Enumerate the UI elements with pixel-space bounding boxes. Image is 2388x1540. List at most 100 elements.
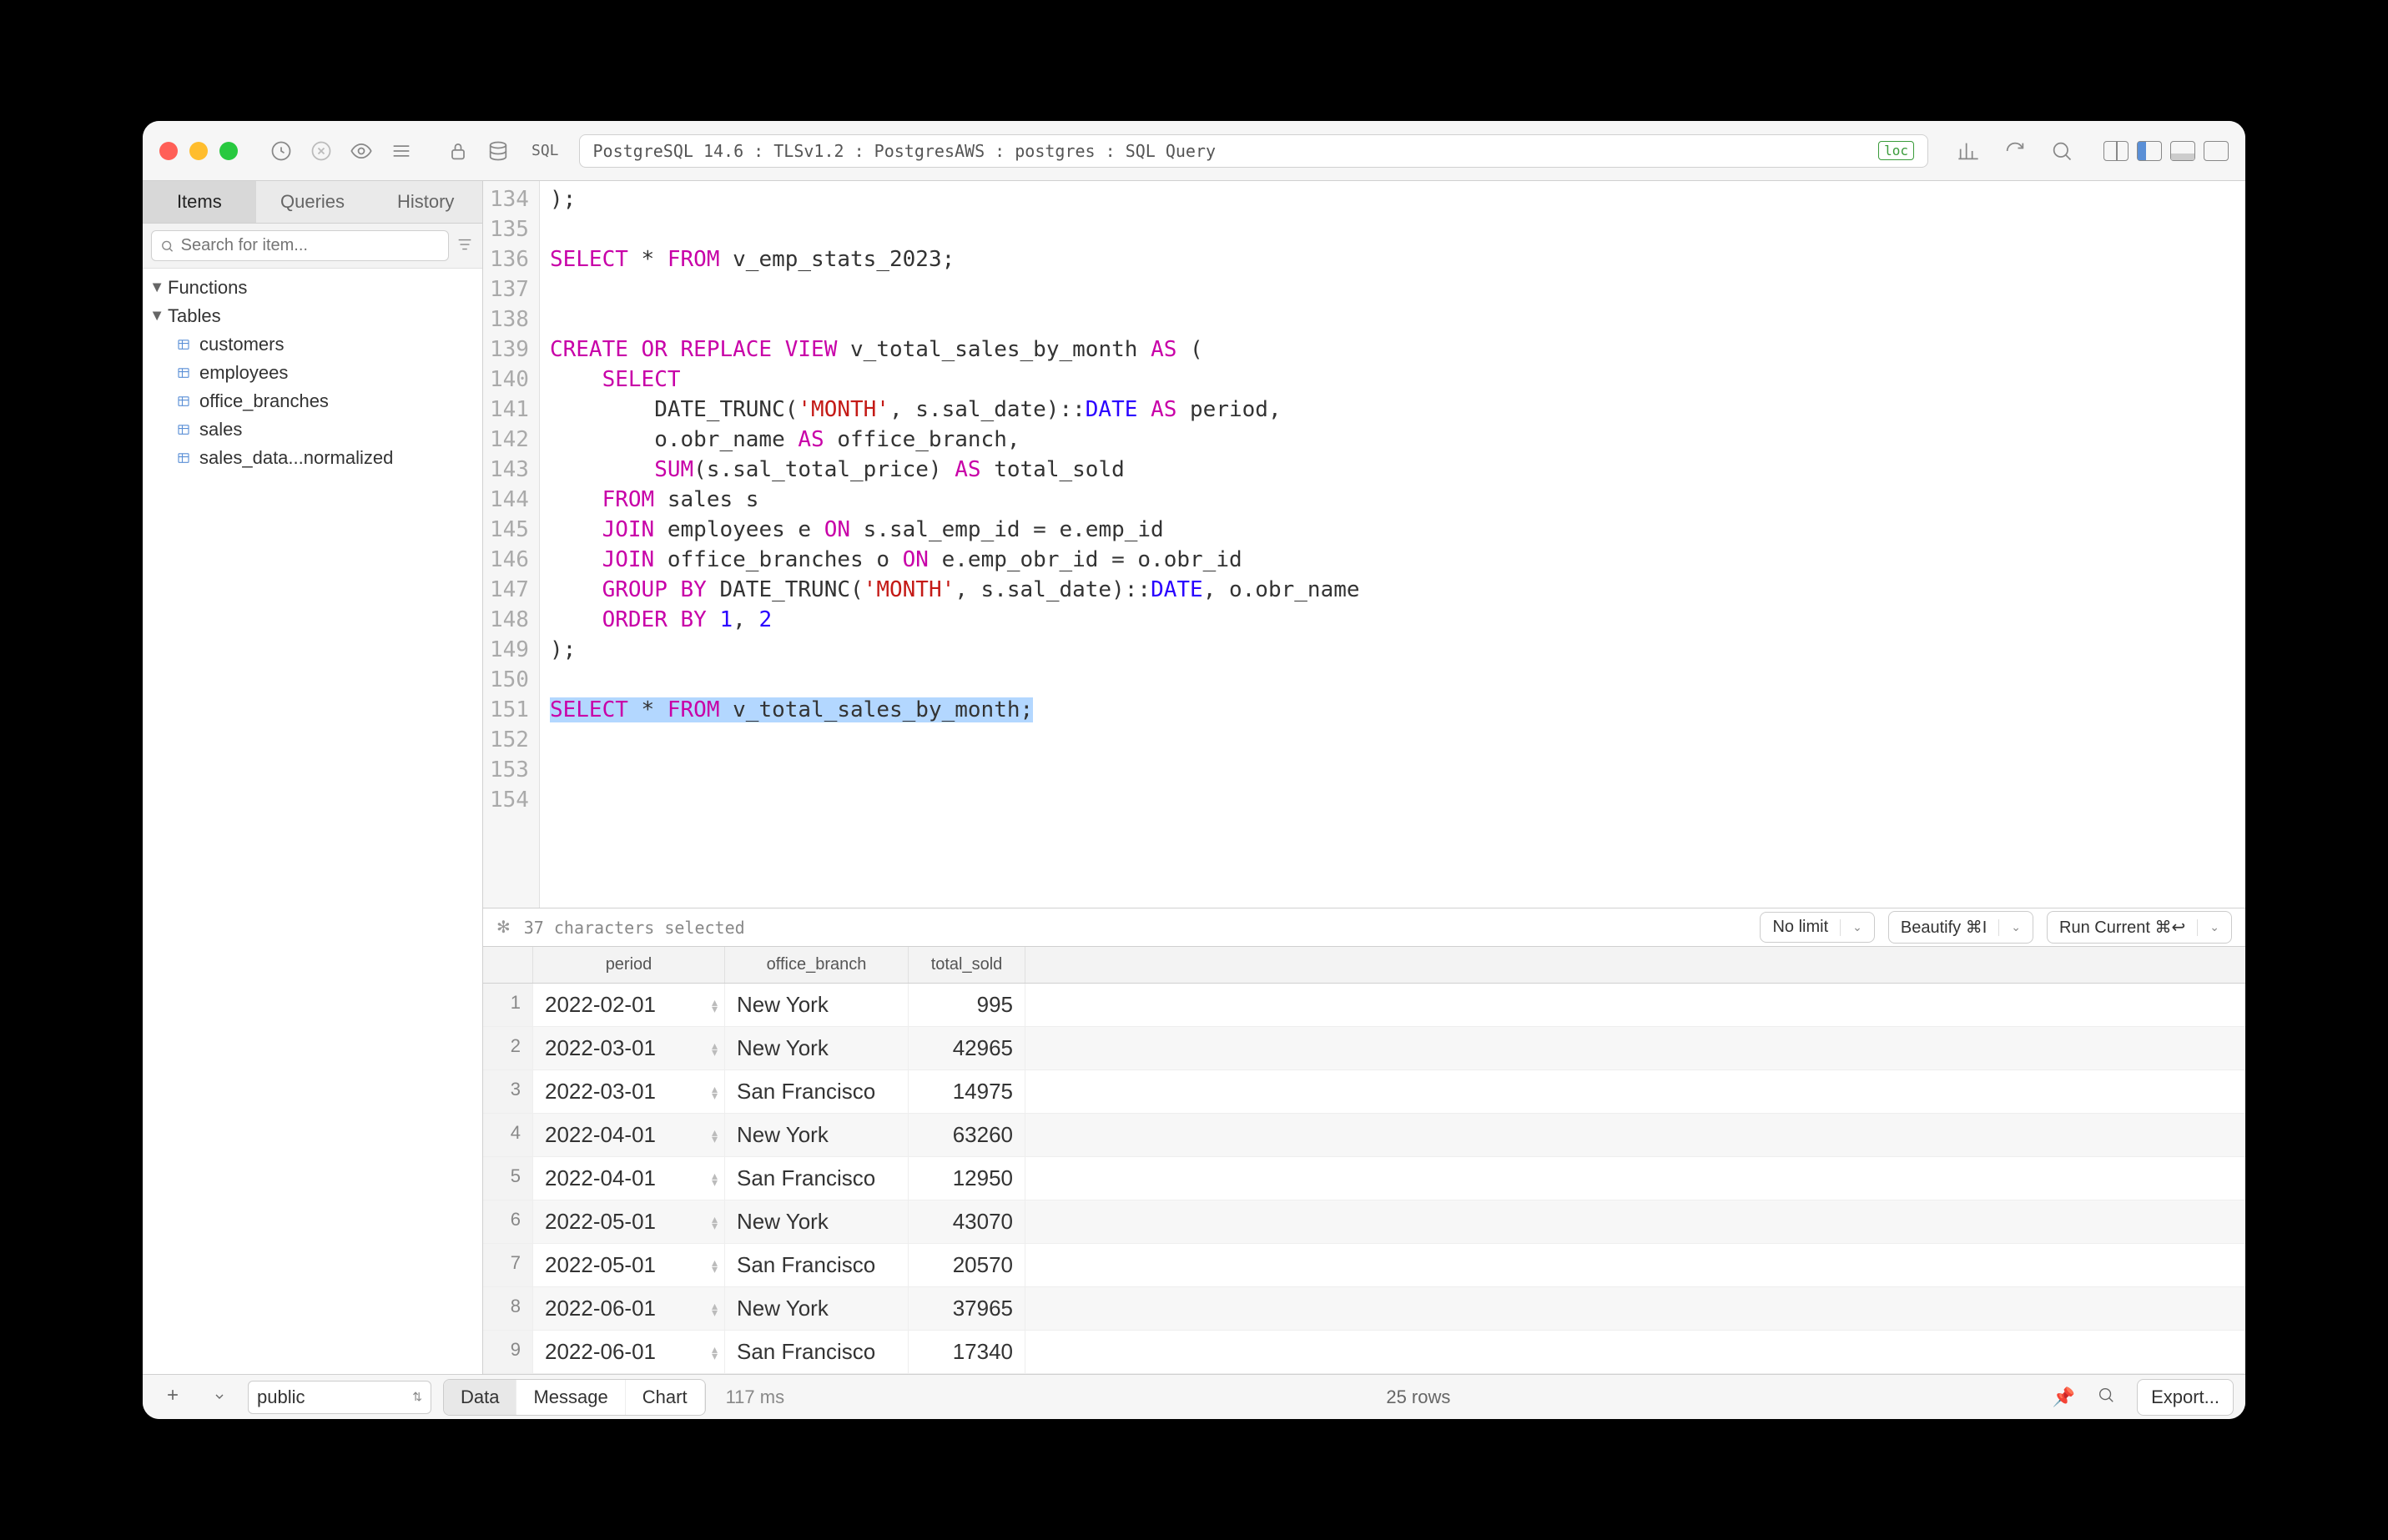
table-row[interactable]: 92022-06-01▴▾San Francisco17340 xyxy=(483,1331,2245,1374)
sidebar-table-item[interactable]: sales xyxy=(143,415,482,444)
cell-total-sold: 17340 xyxy=(909,1331,1025,1373)
maximize-button[interactable] xyxy=(219,142,238,160)
search-icon[interactable] xyxy=(2048,138,2075,164)
table-row[interactable]: 32022-03-01▴▾San Francisco14975 xyxy=(483,1070,2245,1114)
results-header: period office_branch total_sold xyxy=(483,947,2245,984)
app-window: SQL PostgreSQL 14.6 : TLSv1.2 : Postgres… xyxy=(143,121,2245,1419)
row-number: 1 xyxy=(483,984,533,1026)
table-row[interactable]: 12022-02-01▴▾New York995 xyxy=(483,984,2245,1027)
tab-items[interactable]: Items xyxy=(143,181,256,223)
table-row[interactable]: 52022-04-01▴▾San Francisco12950 xyxy=(483,1157,2245,1200)
eye-icon[interactable] xyxy=(348,138,375,164)
cell-period: 2022-05-01▴▾ xyxy=(533,1200,725,1243)
beautify-button[interactable]: Beautify ⌘I ⌄ xyxy=(1888,911,2033,944)
list-icon[interactable] xyxy=(388,138,415,164)
table-name: sales_data...normalized xyxy=(199,447,393,469)
close-button[interactable] xyxy=(159,142,178,160)
cell-total-sold: 37965 xyxy=(909,1287,1025,1330)
table-icon xyxy=(176,337,191,352)
gear-icon[interactable]: ✻ xyxy=(496,917,511,938)
panel-right-icon[interactable] xyxy=(2204,141,2229,161)
pin-icon[interactable]: 📌 xyxy=(2053,1387,2075,1408)
tab-history[interactable]: History xyxy=(369,181,482,223)
sidebar-table-item[interactable]: employees xyxy=(143,359,482,387)
table-icon xyxy=(176,394,191,409)
minimize-button[interactable] xyxy=(189,142,208,160)
toolbar: SQL PostgreSQL 14.6 : TLSv1.2 : Postgres… xyxy=(143,121,2245,181)
chart-icon[interactable] xyxy=(1955,138,1982,164)
table-row[interactable]: 72022-05-01▴▾San Francisco20570 xyxy=(483,1244,2245,1287)
row-number: 7 xyxy=(483,1244,533,1286)
cell-period: 2022-06-01▴▾ xyxy=(533,1287,725,1330)
connection-bar[interactable]: PostgreSQL 14.6 : TLSv1.2 : PostgresAWS … xyxy=(579,134,1928,168)
schema-select[interactable]: public ⇅ xyxy=(248,1381,431,1414)
cancel-icon[interactable] xyxy=(308,138,335,164)
sidebar-table-item[interactable]: office_branches xyxy=(143,387,482,415)
add-button[interactable] xyxy=(154,1381,191,1413)
refresh-icon[interactable] xyxy=(2002,138,2028,164)
group-tables[interactable]: ▶ Tables xyxy=(143,302,482,330)
export-button[interactable]: Export... xyxy=(2137,1379,2234,1416)
code-area[interactable]: ); SELECT * FROM v_emp_stats_2023; CREAT… xyxy=(540,181,1370,908)
panel-split-icon[interactable] xyxy=(2103,141,2129,161)
row-number: 5 xyxy=(483,1157,533,1200)
table-icon xyxy=(176,450,191,466)
table-row[interactable]: 62022-05-01▴▾New York43070 xyxy=(483,1200,2245,1244)
results-panel: period office_branch total_sold 12022-02… xyxy=(483,946,2245,1374)
footer-dropdown[interactable] xyxy=(203,1381,236,1413)
row-count: 25 rows xyxy=(796,1387,2041,1408)
sidebar-table-item[interactable]: customers xyxy=(143,330,482,359)
col-office-branch[interactable]: office_branch xyxy=(725,947,909,983)
cell-office-branch: San Francisco xyxy=(725,1157,909,1200)
lock-icon[interactable] xyxy=(445,138,471,164)
sort-icon: ▴▾ xyxy=(712,1085,718,1099)
search-box[interactable] xyxy=(151,230,449,261)
tab-queries[interactable]: Queries xyxy=(256,181,370,223)
database-icon[interactable] xyxy=(485,138,511,164)
cell-office-branch: San Francisco xyxy=(725,1331,909,1373)
beautify-label: Beautify ⌘I xyxy=(1901,917,1987,938)
filter-icon[interactable] xyxy=(456,235,474,256)
panel-bottom-icon[interactable] xyxy=(2170,141,2195,161)
seg-data[interactable]: Data xyxy=(444,1380,516,1415)
seg-chart[interactable]: Chart xyxy=(626,1380,705,1415)
cell-total-sold: 20570 xyxy=(909,1244,1025,1286)
limit-dropdown[interactable]: No limit ⌄ xyxy=(1760,912,1874,943)
sort-icon: ▴▾ xyxy=(712,1042,718,1055)
search-input[interactable] xyxy=(181,236,440,255)
table-row[interactable]: 22022-03-01▴▾New York42965 xyxy=(483,1027,2245,1070)
table-row[interactable]: 42022-04-01▴▾New York63260 xyxy=(483,1114,2245,1157)
activity-icon[interactable] xyxy=(268,138,295,164)
editor-status-bar: ✻ 37 characters selected No limit ⌄ Beau… xyxy=(483,908,2245,946)
group-functions[interactable]: ▶ Functions xyxy=(143,274,482,302)
run-button[interactable]: Run Current ⌘↩ ⌄ xyxy=(2047,911,2232,944)
run-label: Run Current ⌘↩ xyxy=(2059,917,2185,938)
row-number: 9 xyxy=(483,1331,533,1373)
selection-status: 37 characters selected xyxy=(524,918,1747,938)
sql-editor[interactable]: 1341351361371381391401411421431441451461… xyxy=(483,181,2245,908)
sql-mode-label: SQL xyxy=(532,142,559,159)
table-name: sales xyxy=(199,419,242,440)
col-total-sold[interactable]: total_sold xyxy=(909,947,1025,983)
query-timing: 117 ms xyxy=(726,1387,785,1408)
rownum-header xyxy=(483,947,533,983)
seg-message[interactable]: Message xyxy=(516,1380,625,1415)
cell-office-branch: San Francisco xyxy=(725,1070,909,1113)
sidebar-table-item[interactable]: sales_data...normalized xyxy=(143,444,482,472)
cell-period: 2022-04-01▴▾ xyxy=(533,1157,725,1200)
cell-period: 2022-05-01▴▾ xyxy=(533,1244,725,1286)
search-results-icon[interactable] xyxy=(2087,1381,2125,1414)
chevron-down-icon: ⌄ xyxy=(2011,920,2021,934)
limit-label: No limit xyxy=(1772,918,1828,937)
footer-segments: Data Message Chart xyxy=(443,1379,706,1416)
search-icon xyxy=(160,239,174,254)
table-row[interactable]: 82022-06-01▴▾New York37965 xyxy=(483,1287,2245,1331)
panel-left-icon[interactable] xyxy=(2137,141,2162,161)
schema-label: public xyxy=(257,1387,305,1408)
row-number: 2 xyxy=(483,1027,533,1069)
table-icon xyxy=(176,365,191,380)
footer: public ⇅ Data Message Chart 117 ms 25 ro… xyxy=(143,1374,2245,1419)
sort-icon: ▴▾ xyxy=(712,1172,718,1185)
col-period[interactable]: period xyxy=(533,947,725,983)
cell-total-sold: 995 xyxy=(909,984,1025,1026)
